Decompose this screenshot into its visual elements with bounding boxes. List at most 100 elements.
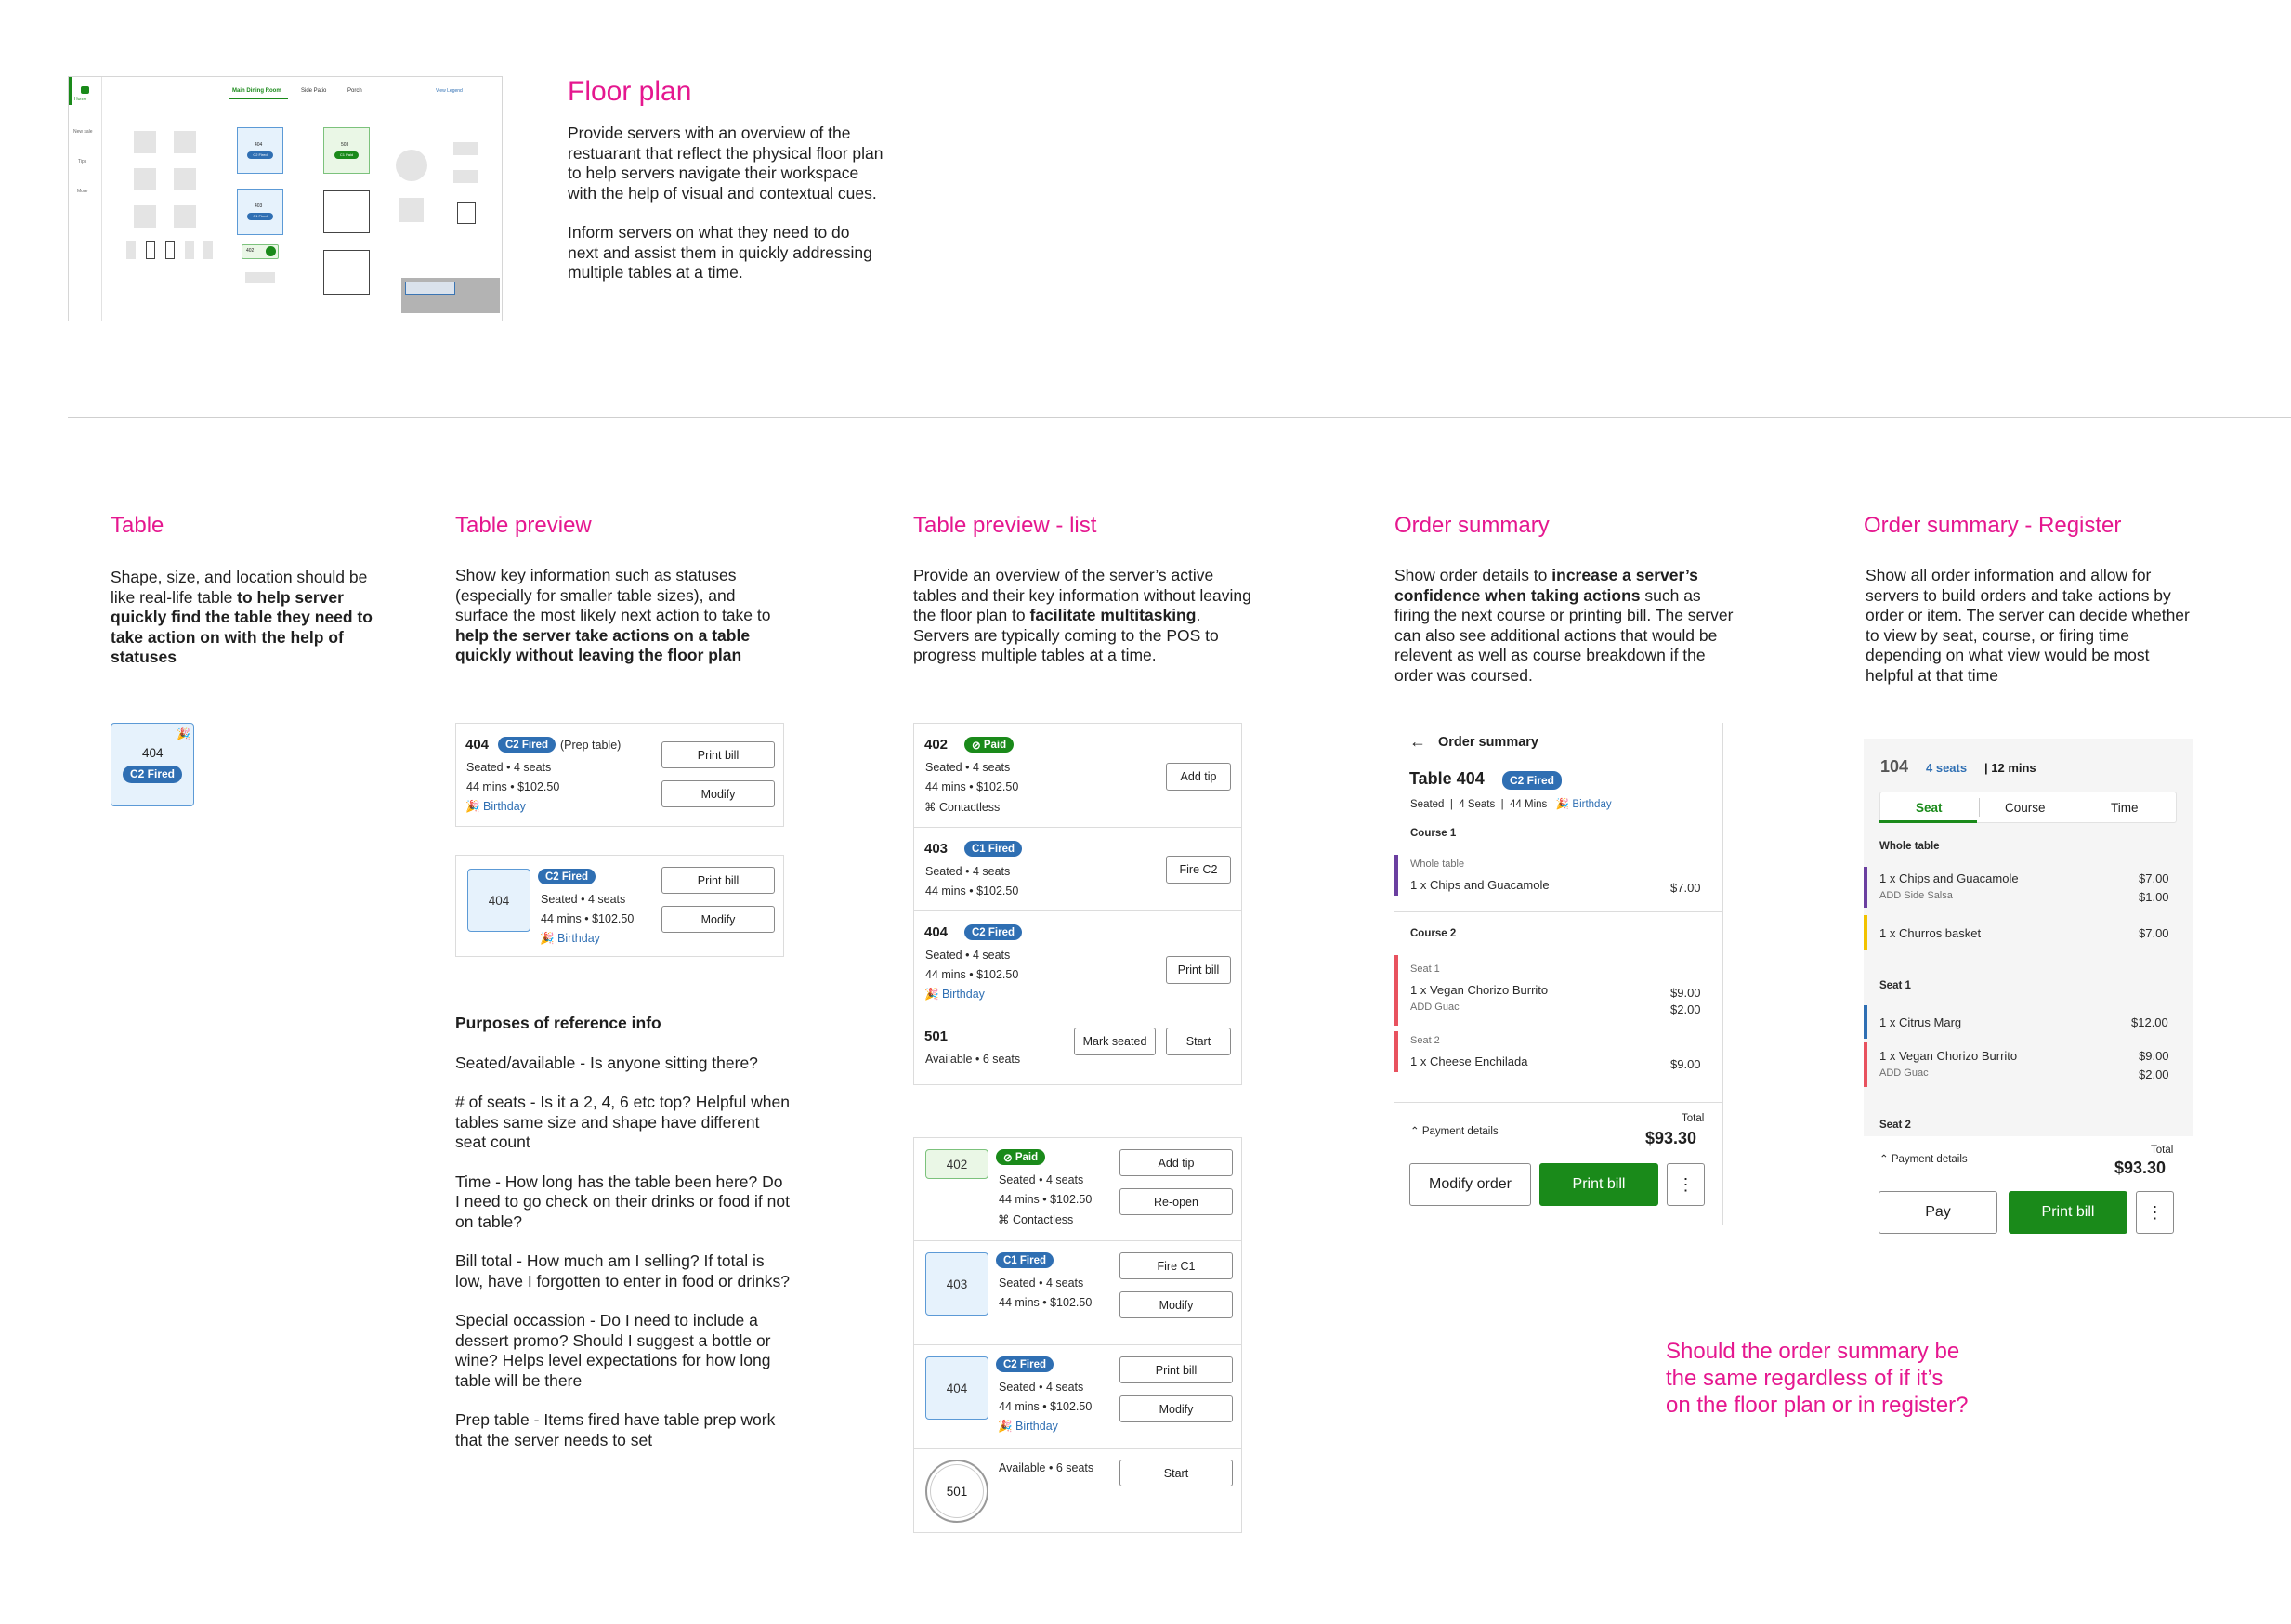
order-summary-description: Show order details to increase a server’… [1394, 566, 1734, 686]
total-label: Total [2151, 1145, 2174, 1156]
mini-table-503[interactable] [323, 127, 370, 174]
status-badge-text: Paid [1015, 1151, 1039, 1163]
pay-button[interactable]: Pay [1879, 1191, 1997, 1234]
table-list-title: Table preview - list [913, 513, 1097, 538]
minimap-viewport[interactable] [405, 282, 455, 295]
mini-table[interactable] [203, 241, 213, 259]
modify-button[interactable]: Modify [1119, 1395, 1233, 1422]
mini-nav-tips[interactable]: Tips [78, 159, 86, 164]
mini-table[interactable] [165, 241, 175, 259]
list-table-number: 501 [924, 1028, 949, 1044]
time-total: 44 mins • $102.50 [925, 968, 1019, 981]
tab-seat[interactable]: Seat [1916, 801, 1943, 815]
mini-table[interactable] [453, 142, 478, 155]
mini-table[interactable] [457, 202, 476, 224]
mini-table[interactable] [174, 168, 196, 190]
whole-table-label: Whole table [1410, 858, 1465, 870]
table-list-description: Provide an overview of the server’s acti… [913, 566, 1257, 666]
mini-table[interactable] [323, 250, 370, 295]
order-item: 1 x Citrus Marg [1879, 1015, 1962, 1029]
mini-table[interactable] [146, 241, 155, 259]
mini-table-404[interactable] [237, 127, 283, 174]
mini-table[interactable] [245, 272, 275, 283]
mini-table[interactable] [453, 170, 478, 183]
meta-occasion: Birthday [1572, 799, 1612, 810]
seat-1-label: Seat 1 [1879, 980, 1911, 991]
table-404-tile[interactable]: 🎉 404 C2 Fired [111, 723, 194, 806]
modify-button[interactable]: Modify [661, 906, 775, 933]
prep-table-note: (Prep table) [560, 739, 622, 752]
mini-tab-porch[interactable]: Porch [347, 88, 362, 94]
mini-nav-more[interactable]: More [77, 189, 87, 194]
item-price: $9.00 [1670, 986, 1701, 1000]
mini-table[interactable] [174, 131, 196, 153]
party-icon: 🎉 [177, 727, 190, 740]
tab-time[interactable]: Time [2111, 801, 2139, 815]
mini-table[interactable] [134, 131, 156, 153]
contactless-icon: ⌘ [998, 1213, 1013, 1226]
ref-seated: Seated/available - Is anyone sitting the… [455, 1053, 758, 1072]
print-bill-button[interactable]: Print bill [1119, 1356, 1233, 1383]
mini-tab-main[interactable]: Main Dining Room [232, 88, 281, 94]
mini-table[interactable] [399, 198, 424, 222]
home-icon[interactable] [81, 86, 89, 94]
add-tip-button[interactable]: Add tip [1166, 763, 1231, 791]
mark-seated-button[interactable]: Mark seated [1074, 1028, 1156, 1055]
start-button[interactable]: Start [1166, 1028, 1231, 1055]
seat-info: Seated • 4 seats [999, 1277, 1084, 1290]
seat-info: Seated • 4 seats [999, 1381, 1084, 1394]
fire-c1-button[interactable]: Fire C1 [1119, 1252, 1233, 1279]
mini-nav-new-sale[interactable]: New sale [73, 129, 93, 135]
mini-table-404-num: 404 [255, 142, 263, 148]
mini-table[interactable] [323, 190, 370, 233]
row-divider [914, 1240, 1241, 1241]
mini-table-round[interactable] [396, 150, 427, 181]
preview-card-1[interactable]: 404 C2 Fired (Prep table) Seated • 4 sea… [455, 723, 784, 827]
total-label: Total [1682, 1113, 1705, 1124]
re-open-button[interactable]: Re-open [1119, 1188, 1233, 1215]
status-badge: ⊘ Paid [996, 1149, 1046, 1165]
tab-course[interactable]: Course [2005, 801, 2046, 815]
print-bill-button[interactable]: Print bill [1539, 1163, 1658, 1206]
table-preview-title: Table preview [455, 513, 592, 538]
payment-details-toggle[interactable]: ⌃ Payment details [1879, 1152, 1968, 1165]
modify-button[interactable]: Modify [1119, 1291, 1233, 1318]
mini-table[interactable] [134, 205, 156, 228]
floor-plan-thumbnail: Home New sale Tips More Main Dining Room… [68, 76, 503, 321]
mini-view-legend[interactable]: View Legend [436, 88, 463, 94]
ref-seats: # of seats - Is it a 2, 4, 6 etc top? He… [455, 1093, 790, 1151]
table-list-desc-bold: facilitate multitasking [1029, 606, 1197, 624]
print-bill-button[interactable]: Print bill [2009, 1191, 2127, 1234]
back-arrow-icon[interactable]: ← [1409, 732, 1426, 752]
fire-c2-button[interactable]: Fire C2 [1166, 856, 1231, 884]
start-button[interactable]: Start [1119, 1460, 1233, 1486]
more-options-button[interactable]: ⋮ [1667, 1163, 1705, 1206]
mini-tab-patio[interactable]: Side Patio [301, 88, 326, 94]
modify-order-button[interactable]: Modify order [1409, 1163, 1531, 1206]
preview-card-2[interactable]: 404 C2 Fired Seated • 4 seats 44 mins • … [455, 855, 784, 957]
row-divider [914, 1448, 1241, 1449]
list-table-tile: 403 [925, 1252, 988, 1316]
mini-table[interactable] [126, 241, 136, 259]
mini-table[interactable] [185, 241, 194, 259]
mini-table[interactable] [134, 168, 156, 190]
reference-info: Purposes of reference info Seated/availa… [455, 1014, 790, 1470]
mini-table-403[interactable] [237, 189, 283, 235]
mini-table[interactable] [174, 205, 196, 228]
more-options-button[interactable]: ⋮ [2136, 1191, 2174, 1234]
print-bill-button[interactable]: Print bill [661, 741, 775, 768]
print-bill-button[interactable]: Print bill [1166, 956, 1231, 984]
modify-button[interactable]: Modify [661, 780, 775, 807]
occasion-label: 🎉 Birthday [540, 932, 600, 946]
mini-402-status-dot [266, 246, 276, 256]
item-modifier: ADD Guac [1410, 1002, 1460, 1013]
list-table-number: 402 [924, 737, 949, 753]
print-bill-button[interactable]: Print bill [661, 867, 775, 894]
register-desc-text: Show all order information and allow for… [1866, 566, 2190, 685]
mini-nav-home[interactable]: Home [74, 97, 86, 102]
table-preview-description: Show key information such as statuses (e… [455, 566, 790, 666]
order-meta: Seated | 4 Seats | 44 Mins 🎉 Birthday [1410, 799, 1612, 810]
payment-details-toggle[interactable]: ⌃ Payment details [1410, 1124, 1499, 1137]
add-tip-button[interactable]: Add tip [1119, 1149, 1233, 1176]
whole-table-bar [1394, 855, 1398, 896]
